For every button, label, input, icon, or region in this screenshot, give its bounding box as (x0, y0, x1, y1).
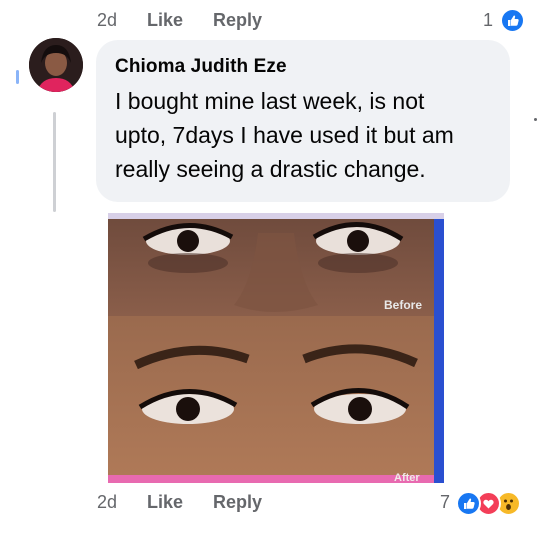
after-label: After (394, 472, 420, 483)
before-after-eyes-image: Before After (108, 213, 444, 483)
comment-line-3: really seeing a drastic change. (115, 156, 426, 182)
before-label: Before (384, 298, 422, 312)
heart-icon (483, 499, 494, 509)
bottom-reply-button[interactable]: Reply (213, 492, 262, 513)
like-reaction-icon[interactable] (456, 491, 481, 516)
wow-face-icon (504, 499, 513, 510)
thread-line (53, 112, 56, 212)
profile-photo (29, 38, 83, 92)
comment-text: I bought mine last week, is not upto, 7d… (115, 84, 505, 186)
more-options-dot (534, 118, 537, 121)
comment-line-1: I bought mine last week, is not (115, 88, 425, 114)
top-timestamp[interactable]: 2d (97, 10, 117, 31)
thumbs-up-icon (464, 498, 475, 509)
bottom-like-button[interactable]: Like (147, 492, 183, 513)
top-reply-button[interactable]: Reply (213, 10, 262, 31)
avatar[interactable] (29, 38, 83, 92)
bottom-timestamp[interactable]: 2d (97, 492, 117, 513)
comment-photo[interactable]: Before After (108, 213, 444, 483)
comment-author[interactable]: Chioma Judith Eze (115, 56, 287, 78)
thumbs-up-icon (508, 15, 519, 26)
top-like-button[interactable]: Like (147, 10, 183, 31)
comment-line-2: upto, 7days I have used it but am (115, 122, 454, 148)
bottom-reaction-count[interactable]: 7 (440, 492, 450, 513)
like-reaction-icon[interactable] (500, 8, 525, 33)
top-reaction-count[interactable]: 1 (483, 10, 493, 31)
thread-indicator (16, 70, 19, 84)
